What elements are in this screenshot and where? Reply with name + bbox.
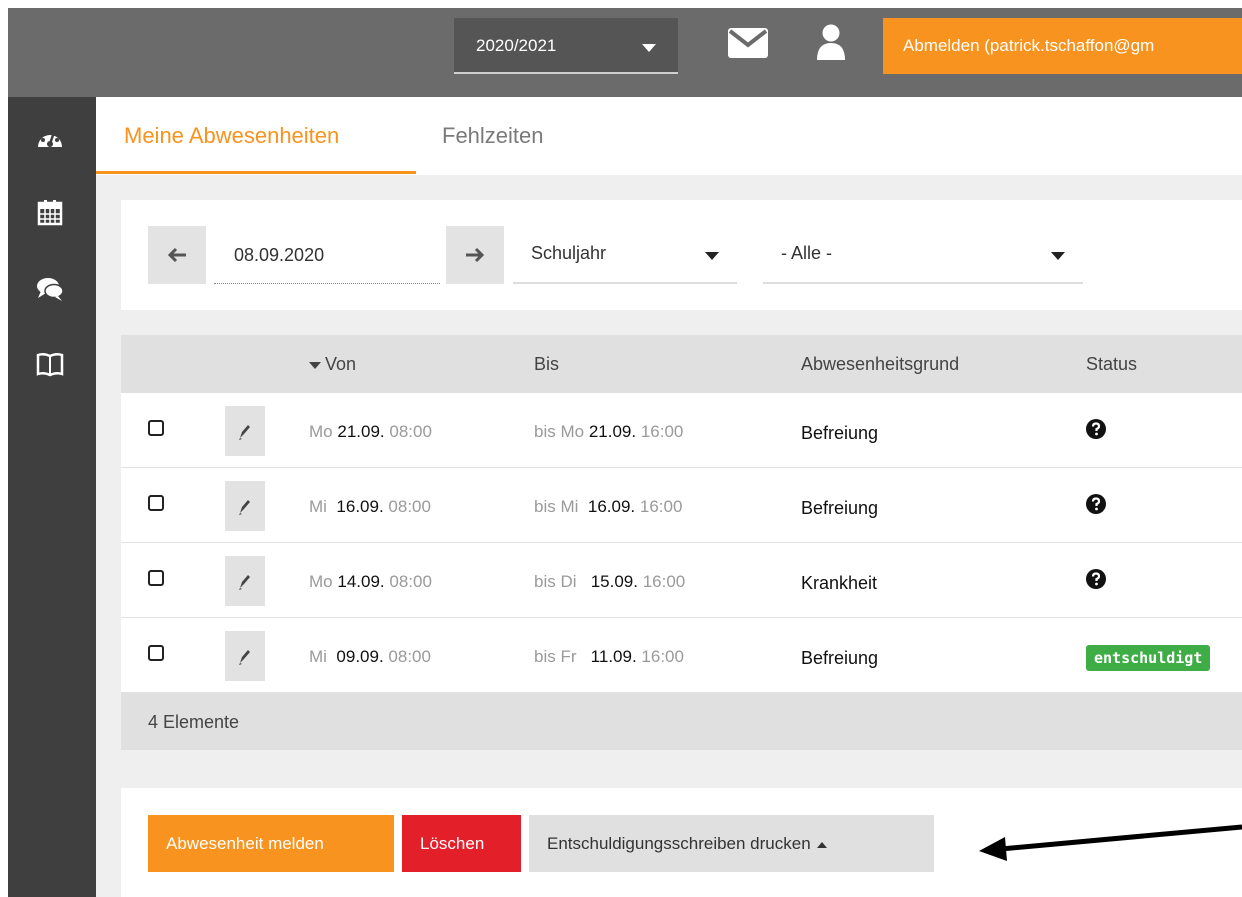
edit-button[interactable] (225, 631, 265, 681)
school-year-value: 2020/2021 (476, 36, 557, 55)
pencil-icon (239, 650, 250, 665)
table-row: Mo 14.09. 08:00 bis Di 15.09. 16:00 Kran… (121, 543, 1242, 618)
report-absence-button[interactable]: Abwesenheit melden (148, 815, 394, 872)
comments-icon[interactable] (36, 275, 64, 303)
to-cell: bis Di 15.09. 16:00 (534, 572, 685, 592)
sidebar (8, 97, 96, 897)
period-value: Schuljahr (531, 243, 607, 263)
status-badge: entschuldigt (1086, 645, 1211, 671)
column-header-reason[interactable]: Abwesenheitsgrund (801, 354, 959, 375)
question-circle-icon (1086, 569, 1106, 589)
previous-date-button[interactable] (148, 226, 206, 284)
column-header-bis[interactable]: Bis (534, 354, 559, 375)
date-input[interactable]: 08.09.2020 (214, 226, 440, 284)
column-header-status[interactable]: Status (1086, 354, 1137, 375)
row-checkbox[interactable] (148, 570, 164, 586)
tab-meine-abwesenheiten[interactable]: Meine Abwesenheiten (124, 123, 339, 149)
period-select[interactable]: Schuljahr (513, 226, 737, 284)
user-icon[interactable] (816, 24, 846, 60)
to-date: 11.09. (590, 647, 637, 666)
row-checkbox[interactable] (148, 495, 164, 511)
table-row: Mo 21.09. 08:00 bis Mo 21.09. 16:00 Befr… (121, 393, 1242, 468)
to-time: 16:00 (642, 572, 686, 591)
arrow-left-icon (167, 247, 186, 263)
dashboard-icon[interactable] (36, 125, 64, 153)
tab-bar: Meine Abwesenheiten Fehlzeiten (96, 97, 1242, 175)
item-count: 4 Elemente (148, 712, 240, 732)
to-date: 15.09. (590, 572, 638, 591)
calendar-icon[interactable] (36, 198, 64, 226)
from-date: 14.09. (337, 572, 385, 591)
edit-button[interactable] (225, 406, 265, 456)
to-day: bis Fr (534, 647, 577, 666)
pencil-icon (239, 500, 250, 515)
from-day: Mi (309, 647, 327, 666)
from-time: 08:00 (389, 572, 432, 591)
chevron-down-icon (705, 252, 719, 260)
from-time: 08:00 (388, 647, 431, 666)
pencil-icon (239, 575, 250, 590)
from-cell: Mo 21.09. 08:00 (309, 422, 432, 442)
to-cell: bis Mi 16.09. 16:00 (534, 497, 682, 517)
from-date: 09.09. (336, 647, 384, 666)
from-day: Mo (309, 422, 333, 441)
reason-cell: Krankheit (801, 573, 878, 593)
from-date: 21.09. (337, 422, 385, 441)
top-bar: 2020/2021 Abmelden (patrick.tschaffon@gm (8, 8, 1242, 97)
to-date: 21.09. (588, 422, 637, 441)
table-row: Mi 16.09. 08:00 bis Mi 16.09. 16:00 Befr… (121, 468, 1242, 543)
delete-button[interactable]: Löschen (402, 815, 521, 872)
arrow-right-icon (466, 247, 485, 263)
table-row: Mi 09.09. 08:00 bis Fr 11.09. 16:00 Befr… (121, 618, 1242, 693)
annotation-arrow-icon (979, 824, 1242, 861)
from-day: Mi (309, 497, 327, 516)
tab-fehlzeiten[interactable]: Fehlzeiten (442, 123, 544, 149)
sort-desc-icon (309, 361, 321, 369)
chevron-down-icon (642, 44, 656, 52)
next-date-button[interactable] (446, 226, 504, 284)
question-circle-icon (1086, 419, 1106, 439)
to-time: 16:00 (640, 422, 684, 441)
pencil-icon (239, 425, 250, 440)
school-year-select[interactable]: 2020/2021 (454, 18, 678, 74)
from-cell: Mi 09.09. 08:00 (309, 647, 431, 667)
active-tab-indicator (96, 171, 416, 174)
chevron-down-icon (1051, 252, 1065, 260)
from-time: 08:00 (389, 422, 432, 441)
to-cell: bis Fr 11.09. 16:00 (534, 647, 684, 667)
to-time: 16:00 (639, 497, 683, 516)
table-header: Von Bis Abwesenheitsgrund Status (121, 335, 1242, 393)
from-cell: Mi 16.09. 08:00 (309, 497, 431, 517)
column-header-von[interactable]: Von (309, 354, 356, 375)
row-checkbox[interactable] (148, 420, 164, 436)
from-time: 08:00 (388, 497, 431, 516)
question-circle-icon (1086, 494, 1106, 514)
print-excuse-label: Entschuldigungsschreiben drucken (547, 834, 811, 853)
print-excuse-button[interactable]: Entschuldigungsschreiben drucken (529, 815, 934, 872)
to-cell: bis Mo 21.09. 16:00 (534, 422, 683, 442)
table-footer: 4 Elemente (121, 693, 1242, 750)
to-day: bis Di (534, 572, 577, 591)
caret-up-icon (816, 841, 827, 848)
logout-button[interactable]: Abmelden (patrick.tschaffon@gm (883, 18, 1242, 74)
to-day: bis Mo (534, 422, 585, 441)
absences-table: Von Bis Abwesenheitsgrund Status Mo 21.0… (121, 335, 1242, 750)
to-day: bis Mi (534, 497, 579, 516)
column-label: Von (325, 354, 357, 374)
reason-cell: Befreiung (801, 498, 879, 518)
row-checkbox[interactable] (148, 645, 164, 661)
to-time: 16:00 (641, 647, 684, 666)
from-date: 16.09. (336, 497, 384, 516)
reason-cell: Befreiung (801, 423, 879, 443)
from-day: Mo (309, 572, 333, 591)
book-icon[interactable] (36, 350, 64, 378)
from-cell: Mo 14.09. 08:00 (309, 572, 432, 592)
mail-icon[interactable] (728, 28, 768, 58)
category-value: - Alle - (781, 243, 833, 263)
to-date: 16.09. (587, 497, 636, 516)
reason-cell: Befreiung (801, 648, 879, 668)
edit-button[interactable] (225, 481, 265, 531)
category-select[interactable]: - Alle - (763, 226, 1083, 284)
edit-button[interactable] (225, 556, 265, 606)
